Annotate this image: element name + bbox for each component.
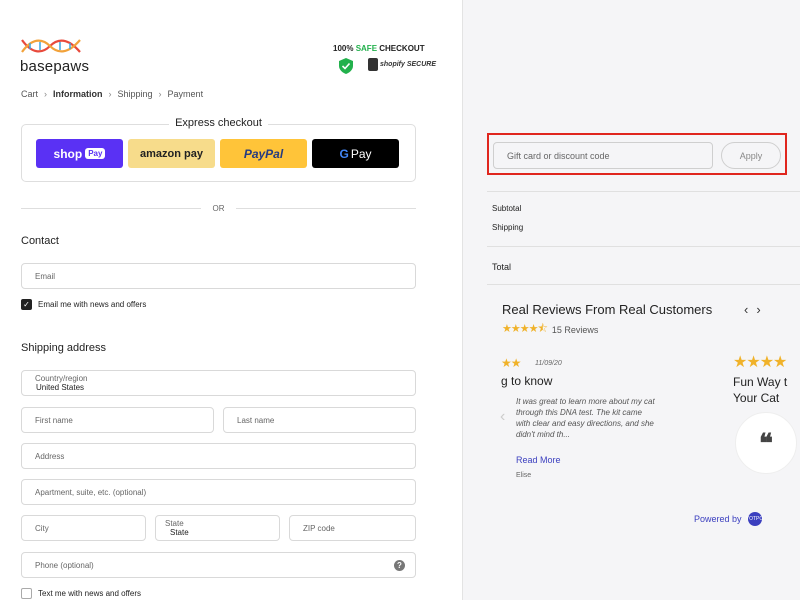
express-checkout-title: Express checkout [169,117,268,129]
chevron-right-icon: › [44,89,48,99]
divider [487,284,800,285]
reviews-rating: ★★★★⯪ 15 Reviews [502,320,598,339]
text-offers-checkbox[interactable] [21,588,32,599]
shipping-label: Shipping [492,223,524,232]
chevron-left-icon[interactable]: ‹ [744,302,748,317]
breadcrumb-payment: Payment [167,89,204,99]
chevron-right-icon: › [158,89,162,99]
zip-field[interactable]: ZIP code [289,515,416,541]
checkout-page: basepaws 100% SAFE CHECKOUT shopify SECU… [0,0,800,600]
brand-name: basepaws [20,58,90,75]
divider [487,191,800,192]
chevron-left-icon: ‹ [500,408,506,425]
breadcrumb-cart[interactable]: Cart [21,89,38,99]
first-name-field[interactable]: First name [21,407,214,433]
state-select[interactable]: State State [155,515,280,541]
email-field[interactable]: Email [21,263,416,289]
breadcrumb: Cart › Information › Shipping › Payment [21,89,203,99]
review-title: Fun Way t Your Cat [733,375,788,405]
shop-pay-button[interactable]: shop Pay [36,139,123,168]
contact-heading: Contact [21,235,59,247]
state-value: State [170,528,189,537]
apartment-field[interactable]: Apartment, suite, etc. (optional) [21,479,416,505]
amazon-pay-button[interactable]: amazon pay [128,139,215,168]
read-more-link[interactable]: Read More [516,455,561,465]
shopify-secure-badge: shopify SECURE [368,58,436,71]
or-divider: OR [21,204,416,214]
breadcrumb-information: Information [53,89,103,99]
secure-checkout-label: 100% SAFE CHECKOUT [333,44,425,53]
yotpo-logo-icon: YOTPO [746,512,763,526]
reviews-nav: ‹ › [744,302,761,317]
chevron-right-icon[interactable]: › [756,302,760,317]
powered-by[interactable]: Powered by YOTPO [694,512,763,526]
security-badges: shopify SECURE [338,58,436,74]
review-title: g to know [501,374,553,388]
breadcrumb-shipping: Shipping [117,89,153,99]
brand-logo[interactable]: basepaws [20,36,89,75]
apply-button[interactable]: Apply [721,142,781,169]
newsletter-checkbox[interactable]: ✓ [21,299,32,310]
text-offers-checkbox-row[interactable]: Text me with news and offers [21,588,141,599]
review-stars: ★★★★ [733,354,787,371]
country-label: Country/region [35,374,88,383]
divider [487,246,800,247]
country-value: United States [36,383,85,392]
city-field[interactable]: City [21,515,146,541]
subtotal-label: Subtotal [492,204,522,213]
chevron-right-icon: › [108,89,112,99]
state-label: State [165,519,184,528]
total-label: Total [492,262,512,272]
newsletter-checkbox-row[interactable]: ✓ Email me with news and offers [21,299,146,310]
newsletter-label: Email me with news and offers [38,300,147,309]
reviews-title: Real Reviews From Real Customers [502,302,713,317]
country-select[interactable]: Country/region United States [21,370,416,396]
address-field[interactable]: Address [21,443,416,469]
checkout-form-panel: basepaws 100% SAFE CHECKOUT shopify SECU… [0,0,462,600]
logo-dna-icon [21,39,81,53]
review-stars: ★★ [501,356,521,370]
shipping-address-heading: Shipping address [21,342,107,354]
lock-icon [368,58,378,71]
google-pay-button[interactable]: G Pay [312,139,399,168]
text-offers-label: Text me with news and offers [38,589,142,598]
review-author: Elise [516,472,532,479]
review-date: 11/09/20 [535,360,562,367]
help-icon[interactable]: ? [394,560,405,571]
review-body: It was great to learn more about my cat … [516,397,655,439]
order-summary-panel: Gift card or discount code Apply Subtota… [462,0,800,600]
last-name-field[interactable]: Last name [223,407,416,433]
verified-shield-icon [339,58,353,74]
paypal-button[interactable]: PayPal [220,139,307,168]
reviews-count[interactable]: 15 Reviews [552,325,599,335]
phone-field[interactable]: Phone (optional) ? [21,552,416,578]
quote-icon: ❝ [735,412,797,474]
discount-highlight: Gift card or discount code Apply [487,133,787,175]
google-g-icon: G [339,146,349,161]
express-checkout-box: Express checkout shop Pay amazon pay PayP… [21,117,416,182]
rating-stars: ★★★★⯪ [502,323,548,335]
discount-code-input[interactable]: Gift card or discount code [493,142,713,169]
